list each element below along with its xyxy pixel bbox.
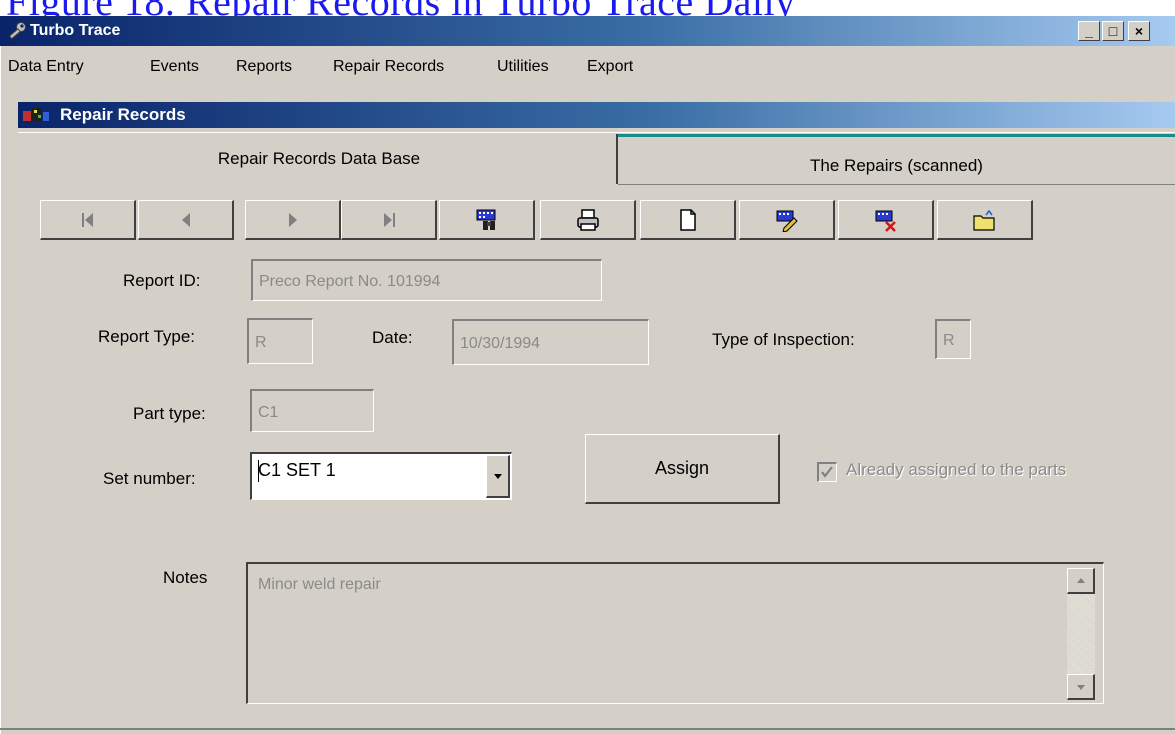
date-label: Date: [372, 328, 413, 347]
already-assigned-label: Already assigned to the parts [846, 460, 1067, 479]
window-bottom-edge [0, 728, 1175, 730]
already-assigned-checkbox[interactable] [817, 462, 837, 482]
notes-textarea[interactable]: Minor weld repair [246, 562, 1104, 704]
print-button[interactable] [540, 200, 636, 240]
set-number-combo[interactable]: C1 SET 1 [250, 452, 512, 500]
report-id-field[interactable]: Preco Report No. 101994 [251, 259, 602, 301]
banner-text: Figure 18. Repair Records in Turbo Trace… [6, 0, 796, 16]
notes-scrollbar[interactable] [1067, 568, 1095, 700]
assign-button[interactable]: Assign [585, 434, 780, 504]
tab-repair-records-data-base[interactable]: Repair Records Data Base [22, 134, 616, 184]
inspection-type-label: Type of Inspection: [712, 330, 855, 349]
set-number-dropdown-button[interactable] [486, 455, 510, 498]
tab-label: Repair Records Data Base [217, 149, 421, 168]
first-record-button[interactable] [40, 200, 136, 240]
report-id-label: Report ID: [123, 271, 201, 290]
menu-reports[interactable]: Reports [236, 58, 292, 76]
minimize-button[interactable]: _ [1078, 21, 1100, 41]
scroll-down-button[interactable] [1067, 674, 1095, 700]
part-type-label: Part type: [133, 404, 206, 423]
next-record-button[interactable] [245, 200, 341, 240]
menu-data-entry[interactable]: Data Entry [8, 58, 84, 76]
chevron-down-icon [493, 474, 502, 479]
close-button[interactable]: × [1128, 21, 1150, 41]
tab-bottom-border [618, 184, 1175, 185]
new-record-button[interactable] [640, 200, 736, 240]
window-title: Turbo Trace [30, 22, 121, 39]
find-record-button[interactable] [439, 200, 535, 240]
chevron-up-icon [1076, 577, 1085, 583]
delete-record-button[interactable] [838, 200, 934, 240]
open-folder-button[interactable] [937, 200, 1033, 240]
part-type-field[interactable]: C1 [250, 389, 374, 432]
title-bar: Turbo Trace _ □ × [0, 16, 1175, 46]
previous-record-button[interactable] [138, 200, 234, 240]
menu-repair-records[interactable]: Repair Records [333, 58, 444, 76]
set-number-value: C1 SET 1 [258, 460, 336, 480]
repair-records-icon [22, 106, 56, 124]
report-type-field[interactable]: R [247, 318, 313, 364]
child-title-bar: Repair Records [18, 102, 1175, 128]
notes-label: Notes [163, 568, 208, 587]
page-banner-text: Figure 18. Repair Records in Turbo Trace… [0, 0, 1175, 16]
scroll-up-button[interactable] [1067, 568, 1095, 594]
date-field[interactable]: 10/30/1994 [452, 319, 649, 365]
wrench-icon [8, 21, 28, 41]
chevron-down-icon [1076, 684, 1085, 690]
notes-text: Minor weld repair [258, 576, 381, 593]
tab-the-repairs-scanned[interactable]: The Repairs (scanned) [618, 134, 1175, 184]
set-number-label: Set number: [103, 469, 196, 488]
last-record-button[interactable] [341, 200, 437, 240]
maximize-button[interactable]: □ [1102, 21, 1124, 41]
tab-strip-line [18, 132, 1175, 133]
tab-label: The Repairs (scanned) [810, 156, 983, 175]
inspection-type-field[interactable]: R [935, 319, 971, 359]
child-window-title: Repair Records [60, 105, 186, 124]
menu-utilities[interactable]: Utilities [497, 58, 549, 76]
edit-record-button[interactable] [739, 200, 835, 240]
menu-export[interactable]: Export [587, 58, 633, 76]
checkmark-icon [821, 466, 833, 478]
report-type-label: Report Type: [98, 327, 196, 346]
menu-events[interactable]: Events [150, 58, 199, 76]
